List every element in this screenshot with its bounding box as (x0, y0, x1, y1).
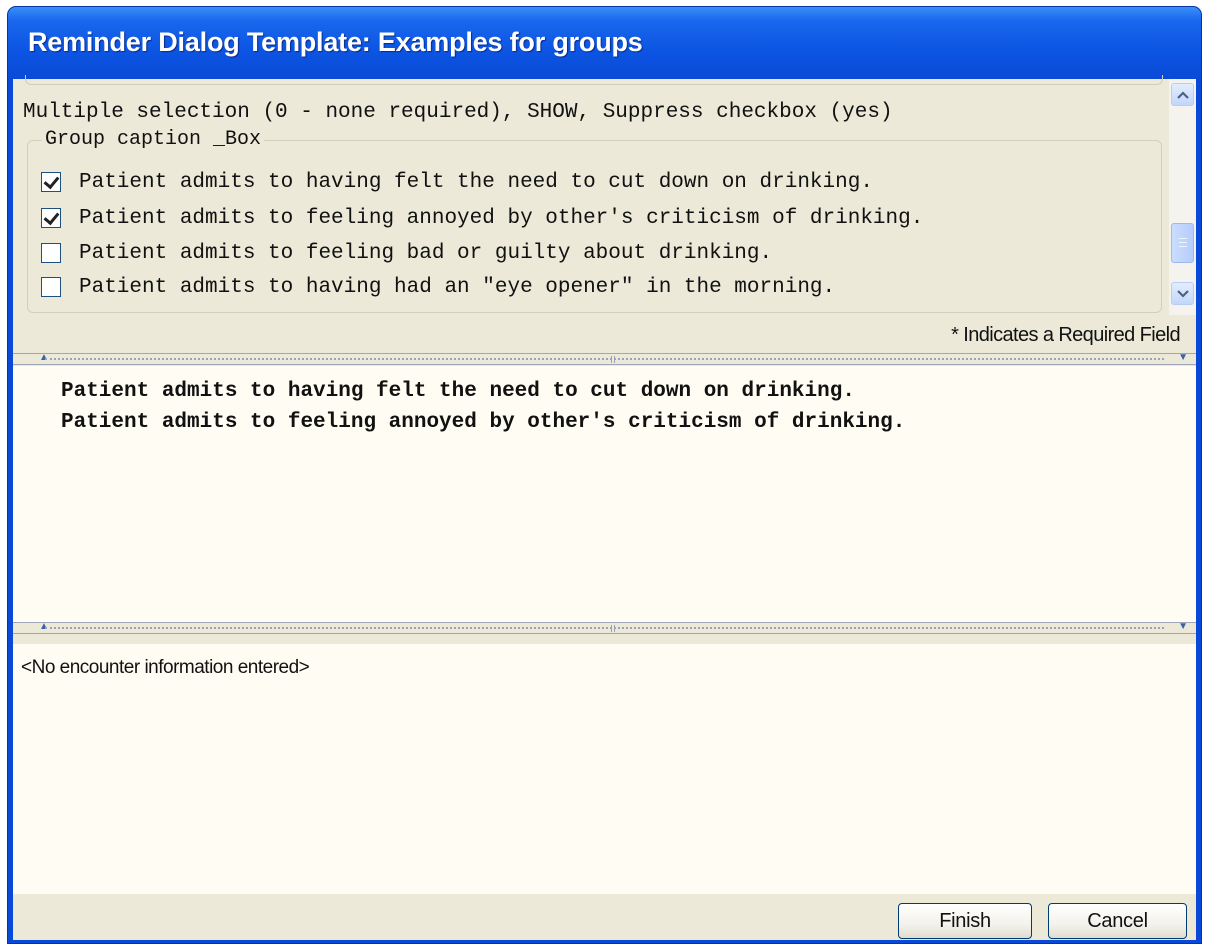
checkbox-label: Patient admits to having had an "eye ope… (79, 275, 836, 299)
checkbox-item[interactable]: Patient admits to having had an "eye ope… (41, 272, 835, 302)
thumb-grip (1179, 246, 1187, 247)
checkbox-checked[interactable] (41, 208, 61, 228)
checkbox-item[interactable]: Patient admits to feeling bad or guilty … (41, 238, 772, 268)
dialog-window: Reminder Dialog Template: Examples for g… (7, 6, 1202, 944)
chevron-up-icon (1176, 90, 1189, 99)
splitter-grip (45, 627, 1164, 629)
thumb-grip (1179, 242, 1187, 243)
preview-line: Patient admits to feeling annoyed by oth… (61, 411, 906, 434)
checkbox-item[interactable]: Patient admits to feeling annoyed by oth… (41, 203, 923, 233)
checkbox-label: Patient admits to having felt the need t… (79, 170, 873, 194)
splitter-top[interactable]: ▲ ▼ (13, 352, 1196, 365)
splitter-bottom[interactable]: ▲ ▼ (13, 621, 1196, 634)
thumb-grip (1179, 238, 1187, 239)
chevron-down-icon (1176, 289, 1189, 298)
cancel-button[interactable]: Cancel (1048, 903, 1187, 939)
checkbox-label: Patient admits to feeling annoyed by oth… (79, 206, 924, 230)
group-caption: Group caption _Box (42, 128, 265, 151)
options-scroll-region: Multiple selection (0 - none required), … (13, 75, 1196, 323)
splitter-center-grip (611, 356, 615, 363)
checkbox-checked[interactable] (41, 172, 61, 192)
checkbox-item[interactable]: Patient admits to having felt the need t… (41, 167, 873, 197)
button-bar: Finish Cancel (13, 894, 1196, 940)
arrow-down-icon[interactable]: ▼ (1178, 352, 1188, 363)
window-title: Reminder Dialog Template: Examples for g… (28, 27, 643, 57)
encounter-text: <No encounter information entered> (21, 657, 310, 678)
vertical-scrollbar[interactable] (1169, 79, 1196, 315)
scroll-thumb[interactable] (1171, 223, 1194, 263)
scroll-down-button[interactable] (1171, 282, 1194, 305)
previous-groupbox-edge (25, 75, 1163, 85)
checkbox-label: Patient admits to feeling bad or guilty … (79, 241, 773, 265)
splitter-grip (45, 358, 1164, 360)
checkbox-unchecked[interactable] (41, 243, 61, 263)
title-bar[interactable]: Reminder Dialog Template: Examples for g… (8, 7, 1201, 79)
scroll-up-button[interactable] (1171, 83, 1194, 106)
section-caption: Multiple selection (0 - none required), … (23, 101, 893, 124)
required-field-note: * Indicates a Required Field (951, 324, 1181, 346)
note-preview-pane[interactable]: Patient admits to having felt the need t… (13, 366, 1196, 622)
encounter-info-pane[interactable]: <No encounter information entered> (13, 644, 1196, 894)
arrow-down-icon[interactable]: ▼ (1178, 621, 1188, 632)
checkbox-unchecked[interactable] (41, 277, 61, 297)
splitter-center-grip (611, 625, 615, 632)
finish-button[interactable]: Finish (898, 903, 1032, 939)
dialog-client-area: Multiple selection (0 - none required), … (13, 75, 1196, 940)
preview-line: Patient admits to having felt the need t… (61, 380, 855, 403)
